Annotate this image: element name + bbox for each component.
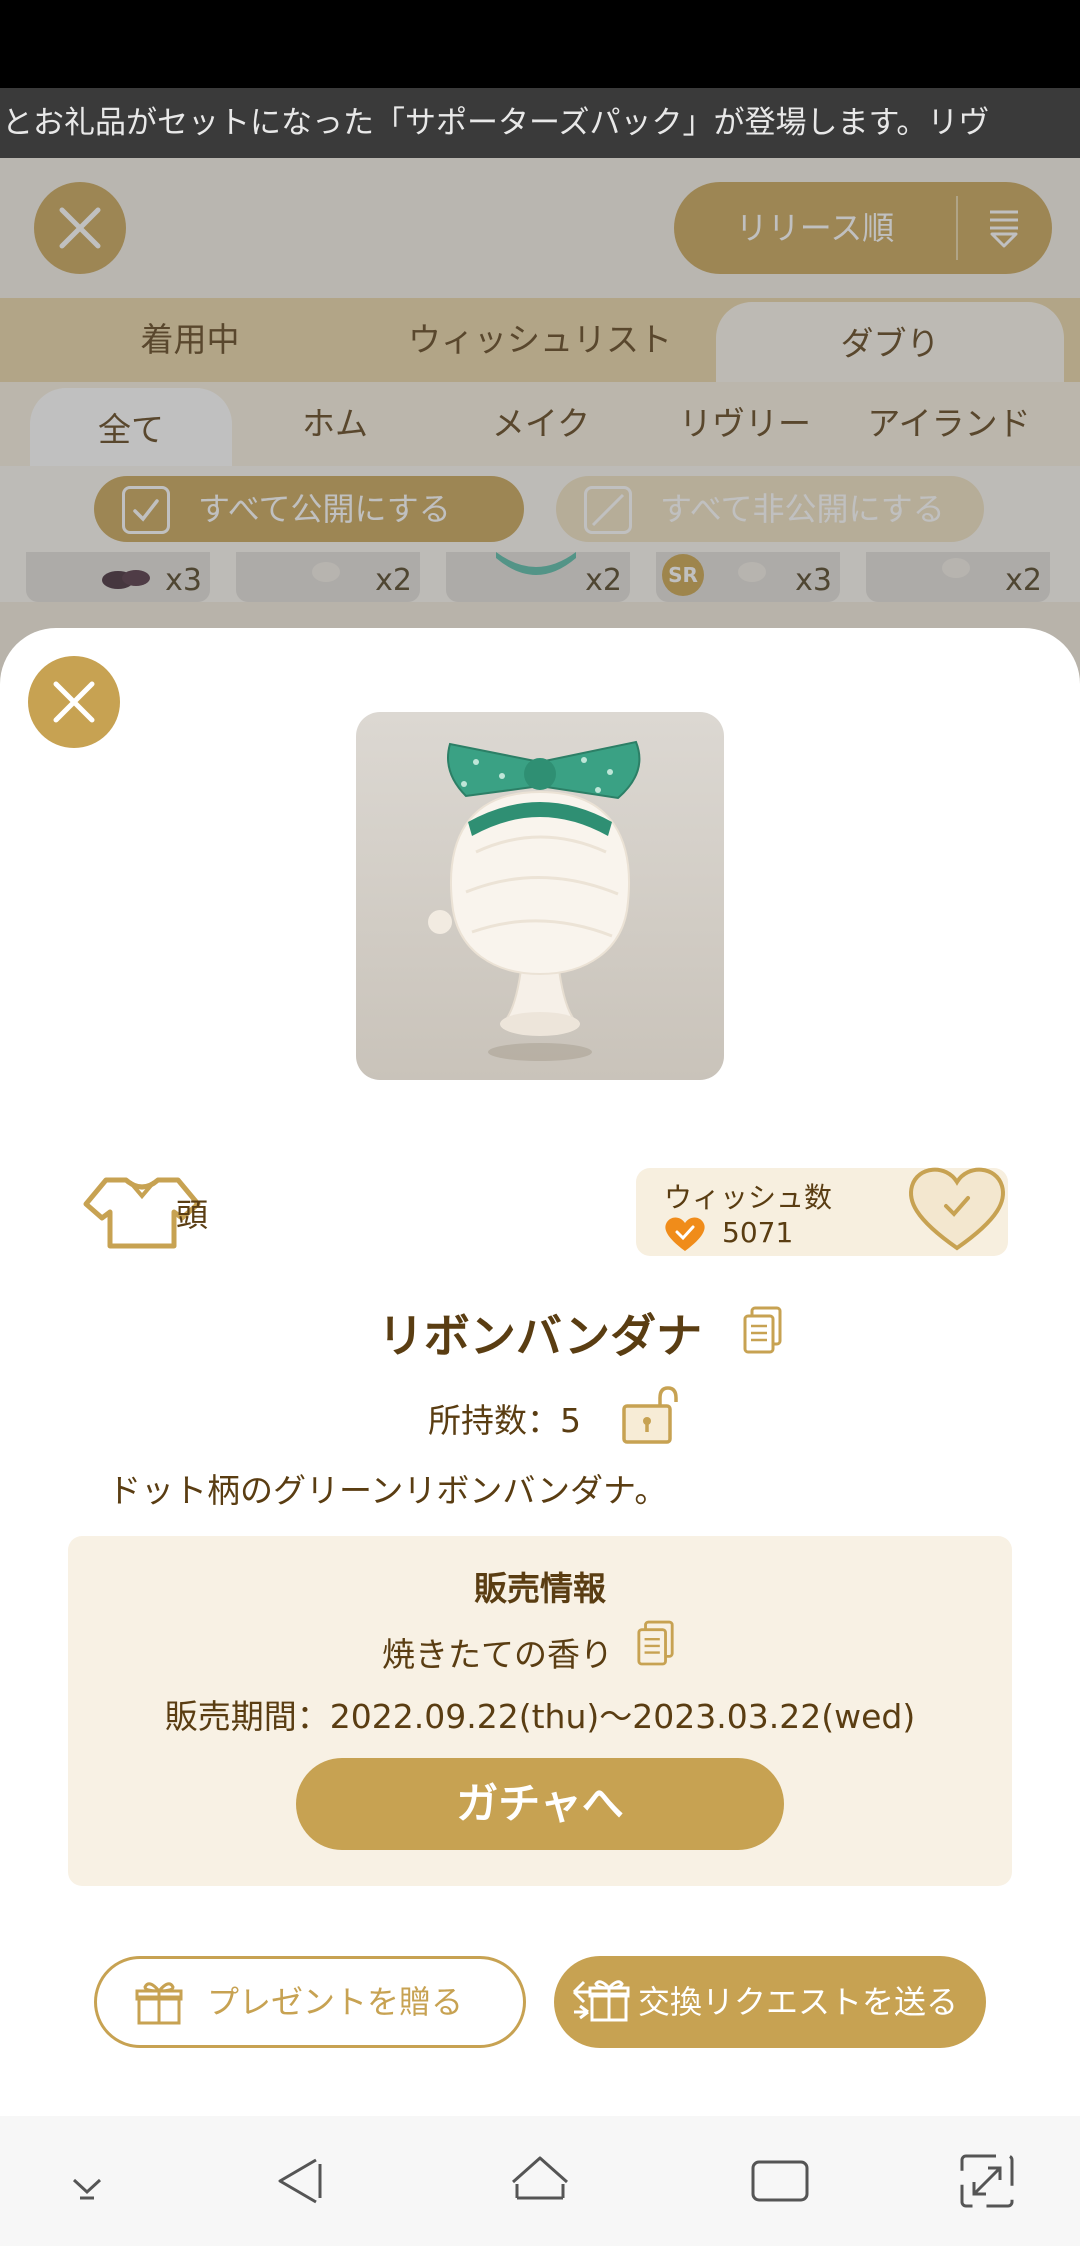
item-preview-image xyxy=(356,712,724,1080)
item-thumbnail[interactable]: SR x3 xyxy=(656,552,840,602)
category-tabs: 全て ホム メイク リヴリー アイランド xyxy=(0,382,1080,466)
exchange-gift-icon xyxy=(572,1980,630,2022)
tab-makeup[interactable]: メイク xyxy=(440,382,642,466)
item-thumbnail[interactable]: x2 xyxy=(866,552,1050,602)
status-bar xyxy=(0,0,1080,88)
make-all-private-label: すべて非公開にする xyxy=(660,490,945,528)
item-count: x2 xyxy=(375,563,412,598)
hide-keyboard-icon[interactable] xyxy=(52,2146,122,2216)
send-present-button[interactable]: プレゼントを贈る xyxy=(94,1956,526,2048)
hair-icon xyxy=(496,552,576,575)
make-all-public-button[interactable]: すべて公開にする xyxy=(94,476,524,542)
item-count: x3 xyxy=(795,563,832,598)
send-exchange-label: 交換リクエストを送る xyxy=(638,1983,959,2021)
item-count: x3 xyxy=(165,563,202,598)
category-label: 頭 xyxy=(176,1196,209,1234)
mannequin-icon xyxy=(942,558,970,578)
item-description: ドット柄のグリーンリボンバンダナ。 xyxy=(108,1471,668,1510)
gacha-name: 焼きたての香り xyxy=(382,1635,613,1674)
unlock-icon[interactable] xyxy=(620,1386,682,1446)
make-all-public-label: すべて公開にする xyxy=(198,490,451,528)
home-icon[interactable] xyxy=(505,2146,575,2216)
add-to-wishlist-icon[interactable] xyxy=(906,1162,1008,1254)
close-icon xyxy=(53,681,95,723)
sale-info-title: 販売情報 xyxy=(474,1569,606,1608)
expand-icon[interactable] xyxy=(952,2146,1022,2216)
ribbon-bandana-illustration xyxy=(428,740,641,1061)
tab-all[interactable]: 全て xyxy=(30,388,232,466)
primary-tabs: 着用中 ウィッシュリスト ダブり xyxy=(0,298,1080,382)
send-present-label: プレゼントを贈る xyxy=(207,1983,464,2021)
item-grid: x3 x2 x2 SR x3 x2 xyxy=(0,552,1080,602)
item-name-text: リボンバンダナ xyxy=(377,1309,703,1363)
tab-home[interactable]: ホム xyxy=(234,382,436,466)
tab-wearing[interactable]: 着用中 xyxy=(40,298,340,382)
close-icon xyxy=(59,207,101,249)
wish-count-value: 5071 xyxy=(722,1216,794,1249)
wish-count-title: ウィッシュ数 xyxy=(664,1181,833,1214)
gift-icon xyxy=(135,1982,183,2025)
item-count: x2 xyxy=(1005,563,1042,598)
news-ticker-text: とお礼品がセットになった「サポーターズパック」が登場します。リヴ xyxy=(2,105,990,141)
system-navigation-bar xyxy=(0,2116,1080,2246)
news-ticker[interactable]: とお礼品がセットになった「サポーターズパック」が登場します。リヴ xyxy=(0,88,1080,158)
recent-apps-icon[interactable] xyxy=(745,2146,815,2216)
mannequin-icon xyxy=(738,562,766,582)
filter-row: すべて公開にする すべて非公開にする xyxy=(0,466,1080,552)
item-count: x2 xyxy=(585,563,622,598)
copy-gacha-name-icon[interactable] xyxy=(636,1620,676,1668)
sort-button[interactable]: リリース順 xyxy=(674,182,1052,274)
owned-count: 所持数：5 xyxy=(428,1401,581,1440)
sort-label: リリース順 xyxy=(735,209,895,247)
copy-name-icon[interactable] xyxy=(742,1306,784,1356)
back-icon[interactable] xyxy=(266,2146,336,2216)
make-all-private-button[interactable]: すべて非公開にする xyxy=(556,476,984,542)
tab-livly[interactable]: リヴリー xyxy=(644,382,846,466)
tab-island[interactable]: アイランド xyxy=(848,382,1050,466)
checkbox-slash-icon xyxy=(584,486,632,534)
item-thumbnail[interactable]: x2 xyxy=(446,552,630,602)
sort-order-icon xyxy=(990,210,1018,248)
checkbox-checked-icon xyxy=(122,486,170,534)
close-closet-button[interactable] xyxy=(34,182,126,274)
go-to-gacha-button[interactable]: ガチャへ xyxy=(296,1758,784,1850)
mannequin-icon xyxy=(312,562,340,582)
item-thumbnail[interactable]: x2 xyxy=(236,552,420,602)
item-thumbnail[interactable]: x3 xyxy=(26,552,210,602)
tab-duplicates[interactable]: ダブり xyxy=(716,302,1064,382)
tab-wishlist[interactable]: ウィッシュリスト xyxy=(360,298,720,382)
close-detail-button[interactable] xyxy=(28,656,120,748)
heart-check-icon xyxy=(665,1217,705,1251)
sale-period: 販売期間：2022.09.22(thu)～2023.03.22(wed) xyxy=(164,1697,916,1736)
rarity-badge: SR xyxy=(662,554,704,596)
shoes-icon xyxy=(102,570,150,589)
sort-divider xyxy=(956,196,958,260)
send-exchange-request-button[interactable]: 交換リクエストを送る xyxy=(554,1956,986,2048)
item-name: リボンバンダナ xyxy=(0,1300,1080,1366)
